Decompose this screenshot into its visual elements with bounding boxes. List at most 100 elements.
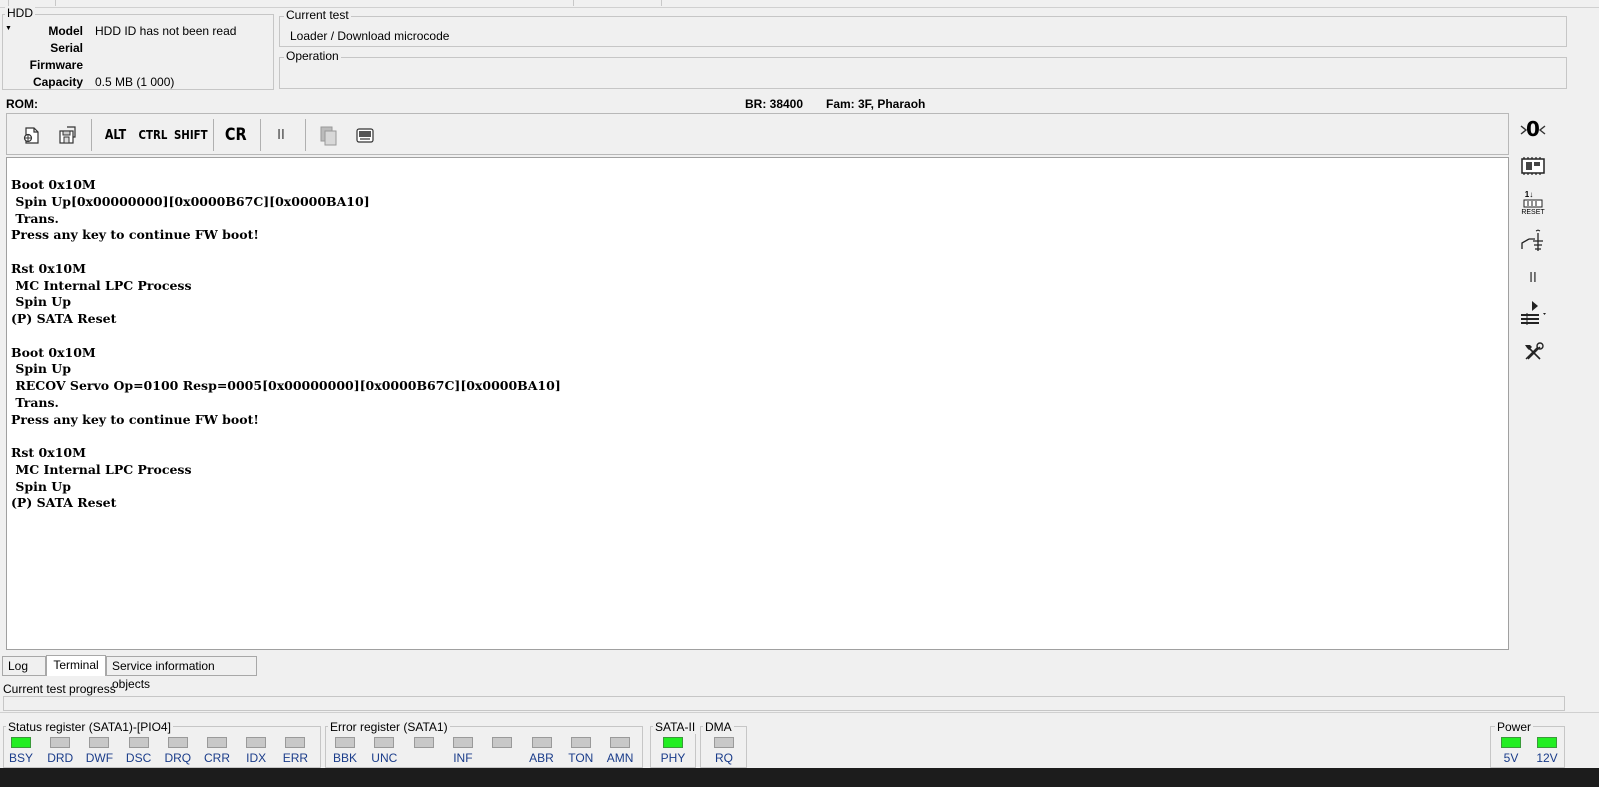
pause-button[interactable]: II xyxy=(268,122,294,148)
load-file-button[interactable] xyxy=(17,122,45,148)
hdd-serial-key: Serial xyxy=(50,41,83,55)
pause-label: II xyxy=(277,127,285,143)
hdd-row-model: Model HDD ID has not been read xyxy=(3,23,273,39)
terminal-settings-icon xyxy=(356,128,374,143)
status-register-label: Status register (SATA1)-[PIO4] xyxy=(6,720,173,734)
tab-terminal[interactable]: Terminal xyxy=(46,655,106,676)
cr-label: CR xyxy=(225,125,247,145)
terminal-line: Spin Up[0x00000000][0x0000B67C][0x0000BA… xyxy=(11,193,370,209)
led-dsc xyxy=(128,737,149,748)
sata-group: SATA-II PHY xyxy=(650,720,698,768)
tools-button[interactable] xyxy=(1513,337,1553,367)
hdd-row-capacity: Capacity 0.5 MB (1 000) xyxy=(3,74,273,90)
alt-key-label: ALT xyxy=(105,127,127,143)
tab-log[interactable]: Log xyxy=(2,656,46,676)
reset-label: RESET xyxy=(1521,209,1545,216)
terminal-line: MC Internal LPC Process xyxy=(11,461,192,477)
toolbar-separator xyxy=(91,119,92,151)
terminal-line: (P) SATA Reset xyxy=(11,495,117,511)
power-relay-icon xyxy=(1521,229,1543,251)
led-blank xyxy=(413,737,434,748)
hdd-group-label: HDD xyxy=(5,6,35,20)
progress-separator xyxy=(0,712,1599,713)
led-label: 5V xyxy=(1503,751,1519,765)
sata-label: SATA-II xyxy=(653,720,698,734)
power-control-button[interactable] xyxy=(1513,227,1553,257)
save-file-icon xyxy=(59,126,76,144)
led-label: INF xyxy=(453,751,473,765)
led-label: BBK xyxy=(332,751,357,765)
tab-terminal-label: Terminal xyxy=(53,658,99,672)
ctrl-key-button[interactable]: CTRL xyxy=(135,122,171,148)
led-rq xyxy=(714,737,734,748)
terminal-line: Trans. xyxy=(11,210,59,226)
cr-button[interactable]: CR xyxy=(220,122,252,148)
led-ton xyxy=(570,737,591,748)
terminal-line: Press any key to continue FW boot! xyxy=(11,411,259,427)
alt-key-button[interactable]: ALT xyxy=(100,122,132,148)
led-12v xyxy=(1537,737,1557,748)
copy-button[interactable] xyxy=(314,122,342,148)
progress-label: Current test progress xyxy=(3,682,116,696)
led-bsy xyxy=(11,737,31,748)
led-err xyxy=(285,737,306,748)
toolbar-separator xyxy=(213,119,214,151)
zero-button[interactable]: 0 xyxy=(1513,115,1553,145)
dma-label: DMA xyxy=(703,720,734,734)
led-label: DSC xyxy=(125,751,152,765)
led-amn xyxy=(610,737,631,748)
hdd-model-value: HDD ID has not been read xyxy=(95,24,237,38)
right-toolbar: 0 1↓ RESET II xyxy=(1513,113,1553,383)
terminal-line: Spin Up xyxy=(11,478,71,494)
save-file-button[interactable] xyxy=(54,122,82,148)
terminal-line: Spin Up xyxy=(11,294,71,310)
board-button[interactable] xyxy=(1513,151,1553,181)
copy-icon xyxy=(320,126,337,146)
reset-icon xyxy=(1523,199,1543,208)
hdd-model-key: Model xyxy=(48,24,83,38)
right-pause-button[interactable]: II xyxy=(1513,263,1553,293)
led-abr xyxy=(531,737,552,748)
terminal-line: RECOV Servo Op=0100 Resp=0005[0x00000000… xyxy=(11,378,561,393)
led-drq xyxy=(167,737,188,748)
operation-label: Operation xyxy=(284,49,341,63)
play-stack-icon xyxy=(1521,301,1546,325)
led-drd xyxy=(50,737,71,748)
led-idx xyxy=(246,737,267,748)
led-label: PHY xyxy=(660,751,686,765)
ctrl-key-label: CTRL xyxy=(138,128,168,142)
led-label: DWF xyxy=(85,751,114,765)
toolbar-separator xyxy=(305,119,306,151)
play-stack-button[interactable] xyxy=(1513,297,1553,331)
current-test-label: Current test xyxy=(284,8,351,22)
led-phy xyxy=(663,737,683,748)
hdd-capacity-value: 0.5 MB (1 000) xyxy=(95,75,175,89)
led-unc xyxy=(374,737,395,748)
top-strip-seg xyxy=(573,0,662,6)
led-inf xyxy=(452,737,473,748)
led-label: TON xyxy=(568,751,594,765)
terminal-output[interactable]: Boot 0x10M Spin Up[0x00000000][0x0000B67… xyxy=(6,157,1509,650)
terminal-line: Spin Up xyxy=(11,361,71,377)
error-register-label: Error register (SATA1) xyxy=(328,720,450,734)
power-group: Power 5V 12V xyxy=(1490,720,1565,768)
hammer-wrench-icon xyxy=(1525,342,1544,360)
terminal-line: Rst 0x10M xyxy=(11,260,86,276)
power-label: Power xyxy=(1495,720,1534,734)
reset-button[interactable]: 1↓ RESET xyxy=(1513,187,1553,221)
tab-service-information-objects[interactable]: Service information objects xyxy=(106,656,257,691)
terminal-settings-button[interactable] xyxy=(351,122,379,148)
terminal-line: (P) SATA Reset xyxy=(11,311,117,326)
led-label: UNC xyxy=(371,751,398,765)
tab-log-label: Log xyxy=(8,659,29,673)
current-test-group: Current test Loader / Download microcode xyxy=(279,8,1567,47)
led-label: RQ xyxy=(715,751,733,765)
dma-group: DMA RQ xyxy=(700,720,747,768)
shift-key-label: SHIFT xyxy=(174,128,208,142)
terminal-line: Press any key to continue FW boot! xyxy=(11,227,259,243)
error-register-group: Error register (SATA1) BBK UNC INF ABR TON AM… xyxy=(325,720,643,768)
terminal-line: MC Internal LPC Process xyxy=(11,277,192,293)
led-label: BSY xyxy=(8,751,33,765)
family-label: Fam: 3F, Pharaoh xyxy=(826,97,926,111)
shift-key-button[interactable]: SHIFT xyxy=(171,122,211,148)
